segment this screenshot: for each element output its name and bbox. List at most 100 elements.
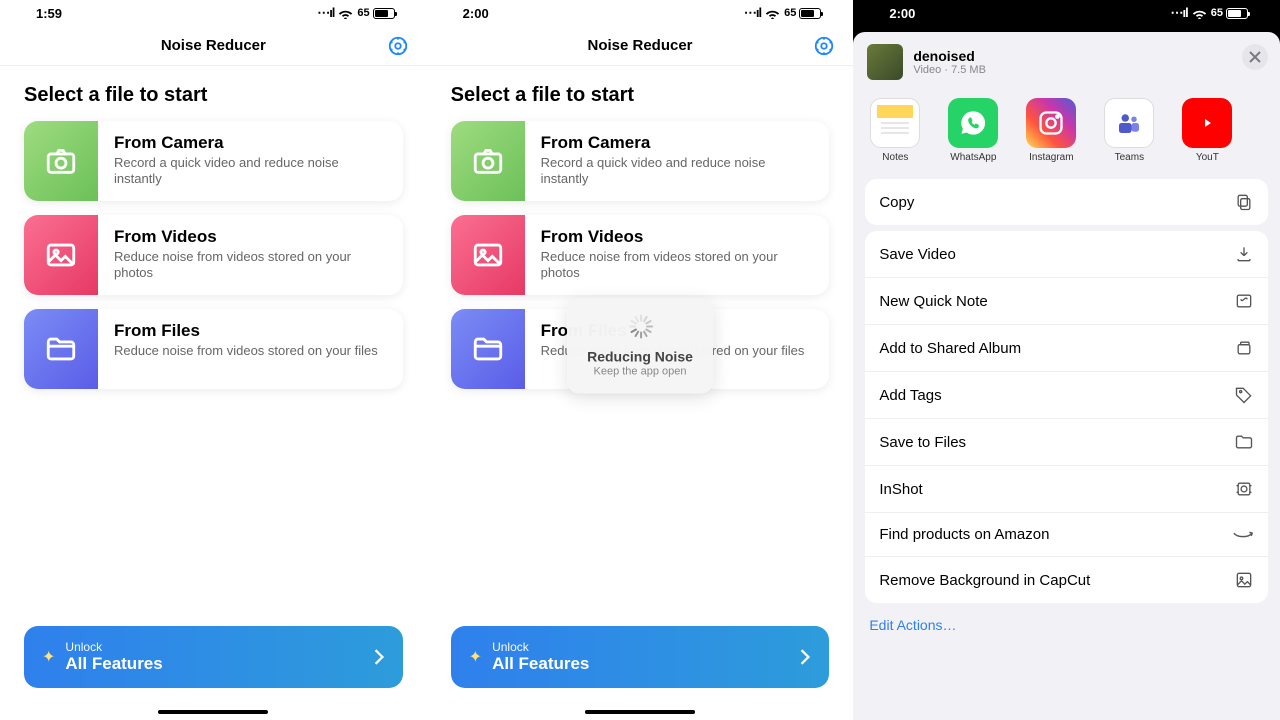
share-target-instagram[interactable]: Instagram bbox=[1023, 98, 1079, 163]
action-label: Save Video bbox=[879, 246, 955, 263]
status-right: ⋯ıl 65 bbox=[744, 5, 821, 21]
wifi-icon bbox=[338, 8, 353, 19]
unlock-big: All Features bbox=[492, 654, 589, 674]
share-sheet: denoised Video · 7.5 MB Notes WhatsApp bbox=[853, 32, 1280, 720]
action-amazon[interactable]: Find products on Amazon bbox=[865, 512, 1268, 556]
target-label: Notes bbox=[882, 152, 908, 163]
whatsapp-app-icon bbox=[948, 98, 998, 148]
image-remove-icon bbox=[1234, 570, 1254, 590]
close-icon bbox=[1249, 51, 1261, 63]
spinner-icon bbox=[628, 314, 652, 338]
gear-icon bbox=[387, 35, 409, 57]
action-group-main: Save Video New Quick Note Add to Shared … bbox=[865, 231, 1268, 603]
from-camera-card[interactable]: From Camera Record a quick video and red… bbox=[24, 121, 403, 201]
from-videos-card[interactable]: From Videos Reduce noise from videos sto… bbox=[24, 215, 403, 295]
unlock-big: All Features bbox=[65, 654, 162, 674]
battery-icon: 65 bbox=[784, 7, 821, 19]
status-time: 2:00 bbox=[463, 6, 489, 21]
home-indicator[interactable] bbox=[585, 710, 695, 714]
share-header: denoised Video · 7.5 MB bbox=[853, 32, 1280, 92]
close-button[interactable] bbox=[1242, 44, 1268, 70]
card-accent bbox=[24, 309, 98, 389]
card-accent bbox=[24, 121, 98, 201]
sparkle-icon: ✦ bbox=[469, 647, 482, 667]
action-shared-album[interactable]: Add to Shared Album bbox=[865, 324, 1268, 371]
share-target-notes[interactable]: Notes bbox=[867, 98, 923, 163]
card-title: From Camera bbox=[114, 133, 387, 153]
share-target-youtube[interactable]: YouT bbox=[1179, 98, 1235, 163]
action-label: InShot bbox=[879, 481, 922, 498]
folder-icon bbox=[1234, 432, 1254, 452]
card-desc: Record a quick video and reduce noise in… bbox=[114, 155, 387, 188]
action-label: Remove Background in CapCut bbox=[879, 572, 1090, 589]
download-icon bbox=[1234, 244, 1254, 264]
youtube-app-icon bbox=[1182, 98, 1232, 148]
phone-screen-1: 1:59 ⋯ıl 65 Noise Reducer Select a file … bbox=[0, 0, 427, 720]
action-capcut[interactable]: Remove Background in CapCut bbox=[865, 556, 1268, 603]
from-videos-card[interactable]: From Videos Reduce noise from videos sto… bbox=[451, 215, 830, 295]
wifi-icon bbox=[1192, 8, 1207, 19]
card-accent bbox=[24, 215, 98, 295]
settings-button[interactable] bbox=[813, 35, 835, 57]
action-new-quick-note[interactable]: New Quick Note bbox=[865, 277, 1268, 324]
folder-icon bbox=[44, 332, 78, 366]
home-indicator[interactable] bbox=[158, 710, 268, 714]
action-add-tags[interactable]: Add Tags bbox=[865, 371, 1268, 418]
unlock-small: Unlock bbox=[65, 640, 162, 654]
instagram-app-icon bbox=[1026, 98, 1076, 148]
target-label: Teams bbox=[1115, 152, 1144, 163]
card-desc: Reduce noise from videos stored on your … bbox=[541, 249, 814, 282]
edit-actions-button[interactable]: Edit Actions… bbox=[853, 603, 1280, 647]
unlock-texts: Unlock All Features bbox=[65, 640, 162, 674]
status-bar: 2:00 ⋯ıl 65 bbox=[427, 0, 854, 26]
card-title: From Camera bbox=[541, 133, 814, 153]
from-camera-card[interactable]: From Camera Record a quick video and red… bbox=[451, 121, 830, 201]
chevron-right-icon bbox=[799, 649, 811, 665]
select-heading: Select a file to start bbox=[24, 84, 403, 107]
target-label: YouT bbox=[1196, 152, 1219, 163]
card-body: From Camera Record a quick video and red… bbox=[98, 121, 403, 201]
quicknote-icon bbox=[1234, 291, 1254, 311]
cellular-icon: ⋯ıl bbox=[317, 5, 334, 21]
unlock-small: Unlock bbox=[492, 640, 589, 654]
image-icon bbox=[44, 238, 78, 272]
battery-icon: 65 bbox=[357, 7, 394, 19]
share-target-whatsapp[interactable]: WhatsApp bbox=[945, 98, 1001, 163]
select-heading: Select a file to start bbox=[451, 84, 830, 107]
target-label: WhatsApp bbox=[950, 152, 996, 163]
action-save-video[interactable]: Save Video bbox=[865, 231, 1268, 277]
amazon-icon bbox=[1232, 527, 1254, 543]
file-meta: Video · 7.5 MB bbox=[913, 64, 986, 76]
action-inshot[interactable]: InShot bbox=[865, 465, 1268, 512]
card-body: From Videos Reduce noise from videos sto… bbox=[98, 215, 403, 295]
from-files-card[interactable]: From Files Reduce noise from videos stor… bbox=[24, 309, 403, 389]
card-desc: Reduce noise from videos stored on your … bbox=[114, 249, 387, 282]
inshot-icon bbox=[1234, 479, 1254, 499]
card-title: From Files bbox=[114, 321, 387, 341]
action-copy[interactable]: Copy bbox=[865, 179, 1268, 225]
action-save-files[interactable]: Save to Files bbox=[865, 418, 1268, 465]
status-time: 1:59 bbox=[36, 6, 62, 21]
share-targets-row[interactable]: Notes WhatsApp Instagram Teams bbox=[853, 92, 1280, 173]
share-target-teams[interactable]: Teams bbox=[1101, 98, 1157, 163]
cellular-icon: ⋯ıl bbox=[744, 5, 761, 21]
card-body: From Files Reduce noise from videos stor… bbox=[98, 309, 403, 389]
action-label: Find products on Amazon bbox=[879, 526, 1049, 543]
overlay-title: Reducing Noise bbox=[587, 348, 693, 364]
teams-app-icon bbox=[1104, 98, 1154, 148]
unlock-button[interactable]: ✦ Unlock All Features bbox=[24, 626, 403, 688]
battery-level: 65 bbox=[357, 7, 369, 19]
file-thumbnail bbox=[867, 44, 903, 80]
unlock-button[interactable]: ✦ Unlock All Features bbox=[451, 626, 830, 688]
card-accent bbox=[451, 215, 525, 295]
tag-icon bbox=[1234, 385, 1254, 405]
status-right: ⋯ıl 65 bbox=[1171, 5, 1248, 21]
action-label: Add Tags bbox=[879, 387, 941, 404]
app-title: Noise Reducer bbox=[587, 37, 692, 54]
edit-actions-label: Edit Actions… bbox=[869, 617, 956, 633]
status-bar: 2:00 ⋯ıl 65 bbox=[853, 0, 1280, 26]
card-desc: Record a quick video and reduce noise in… bbox=[541, 155, 814, 188]
settings-button[interactable] bbox=[387, 35, 409, 57]
card-accent bbox=[451, 121, 525, 201]
card-title: From Videos bbox=[541, 227, 814, 247]
